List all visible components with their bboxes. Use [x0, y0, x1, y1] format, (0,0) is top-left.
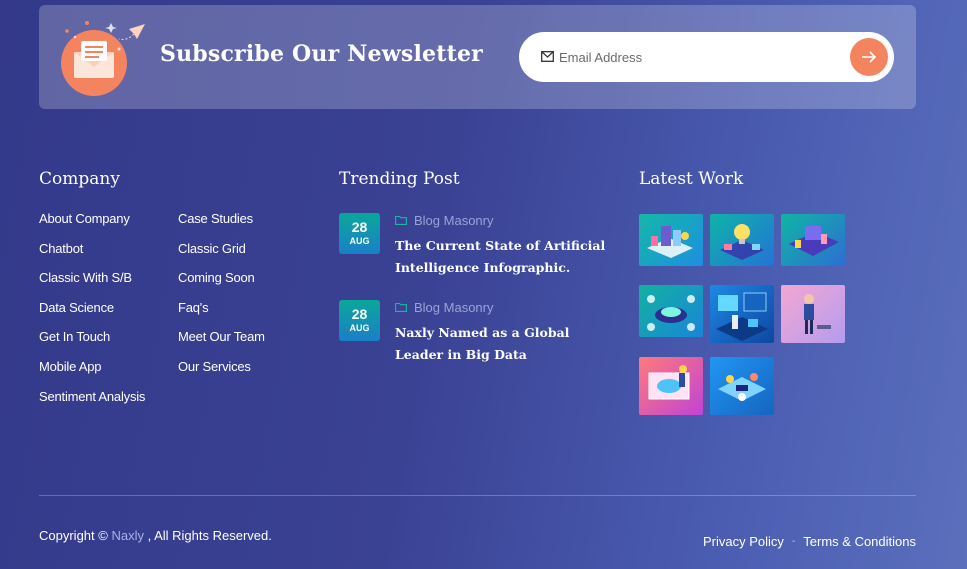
footer-link[interactable]: Sentiment Analysis	[39, 389, 145, 404]
envelope-illustration-icon	[61, 21, 145, 96]
company-heading: Company	[39, 169, 120, 189]
date-month: AUG	[349, 236, 370, 246]
copyright-prefix: Copyright ©	[39, 528, 108, 543]
footer-link[interactable]: Coming Soon	[178, 270, 255, 285]
footer-divider	[39, 495, 916, 496]
work-thumbnail-office[interactable]	[781, 214, 845, 266]
list-item[interactable]: Classic With S/B	[39, 270, 145, 300]
trending-post: 28 AUG Blog Masonry Naxly Named as a Glo…	[339, 300, 619, 370]
arrow-right-icon	[862, 51, 877, 63]
list-item[interactable]: Sentiment Analysis	[39, 389, 145, 419]
date-month: AUG	[349, 323, 370, 333]
newsletter-form	[519, 32, 894, 82]
date-day: 28	[351, 306, 368, 322]
list-item[interactable]: Coming Soon	[178, 270, 265, 300]
mail-icon	[541, 51, 554, 62]
latest-work-heading: Latest Work	[639, 169, 744, 189]
footer-link[interactable]: Meet Our Team	[178, 329, 265, 344]
work-thumbnail-network[interactable]	[639, 285, 703, 337]
post-category-label: Blog Masonry	[414, 299, 494, 315]
folder-icon	[395, 215, 407, 225]
date-badge: 28 AUG	[339, 213, 380, 254]
list-item[interactable]: Meet Our Team	[178, 329, 265, 359]
lightbulb-icon	[720, 224, 764, 260]
list-item[interactable]: Classic Grid	[178, 241, 265, 271]
isometric-network-icon	[647, 295, 695, 331]
work-thumbnail-team-meeting[interactable]	[710, 357, 774, 415]
footer-link[interactable]: Mobile App	[39, 359, 102, 374]
list-item[interactable]: Mobile App	[39, 359, 145, 389]
post-title-link[interactable]: The Current State of Artificial Intellig…	[395, 235, 615, 278]
email-input[interactable]	[559, 32, 839, 82]
post-category[interactable]: Blog Masonry	[395, 299, 494, 315]
footer-link[interactable]: Data Science	[39, 300, 114, 315]
date-day: 28	[351, 219, 368, 235]
trending-post: 28 AUG Blog Masonry The Current State of…	[339, 213, 619, 283]
work-thumbnail-lightbulb[interactable]	[710, 214, 774, 266]
footer-link[interactable]: Faq's	[178, 300, 209, 315]
team-meeting-icon	[718, 373, 766, 401]
trending-heading: Trending Post	[339, 169, 460, 189]
isometric-office-icon	[789, 226, 839, 256]
post-category[interactable]: Blog Masonry	[395, 212, 494, 228]
work-thumbnail-world-map[interactable]	[639, 357, 703, 415]
list-item[interactable]: Get In Touch	[39, 329, 145, 359]
brand-link[interactable]: Naxly	[111, 528, 144, 543]
footer-link[interactable]: Get In Touch	[39, 329, 110, 344]
list-item[interactable]: Case Studies	[178, 211, 265, 241]
footer-link[interactable]: About Company	[39, 211, 130, 226]
businessman-presenting-icon	[804, 294, 831, 334]
newsletter-title: Subscribe Our Newsletter	[160, 41, 483, 67]
work-thumbnail-data-center[interactable]	[710, 285, 774, 343]
data-center-icon	[716, 292, 768, 341]
world-map-screen-icon	[648, 365, 690, 400]
list-item[interactable]: Faq's	[178, 300, 265, 330]
footer-link[interactable]: Chatbot	[39, 241, 83, 256]
list-item[interactable]: Chatbot	[39, 241, 145, 271]
subscribe-button[interactable]	[850, 38, 888, 76]
copyright-suffix: , All Rights Reserved.	[147, 528, 272, 543]
footer-link[interactable]: Our Services	[178, 359, 251, 374]
copyright-text: Copyright © Naxly , All Rights Reserved.	[39, 528, 272, 543]
legal-links: Privacy Policy - Terms & Conditions	[703, 534, 916, 549]
list-item[interactable]: About Company	[39, 211, 145, 241]
privacy-policy-link[interactable]: Privacy Policy	[703, 534, 784, 549]
terms-conditions-link[interactable]: Terms & Conditions	[803, 534, 916, 549]
link-separator: -	[791, 536, 796, 547]
date-badge: 28 AUG	[339, 300, 380, 341]
newsletter-banner: Subscribe Our Newsletter	[39, 5, 916, 109]
folder-icon	[395, 302, 407, 312]
isometric-city-icon	[647, 226, 693, 258]
list-item[interactable]: Our Services	[178, 359, 265, 389]
company-links-col2: Case Studies Classic Grid Coming Soon Fa…	[178, 211, 265, 389]
footer-link[interactable]: Classic With S/B	[39, 270, 132, 285]
footer-link[interactable]: Case Studies	[178, 211, 253, 226]
work-thumbnail-businessman[interactable]	[781, 285, 845, 343]
post-title-link[interactable]: Naxly Named as a Global Leader in Big Da…	[395, 322, 615, 365]
list-item[interactable]: Data Science	[39, 300, 145, 330]
footer-link[interactable]: Classic Grid	[178, 241, 246, 256]
company-links-col1: About Company Chatbot Classic With S/B D…	[39, 211, 145, 418]
post-category-label: Blog Masonry	[414, 212, 494, 228]
work-thumbnail-isometric-city[interactable]	[639, 214, 703, 266]
